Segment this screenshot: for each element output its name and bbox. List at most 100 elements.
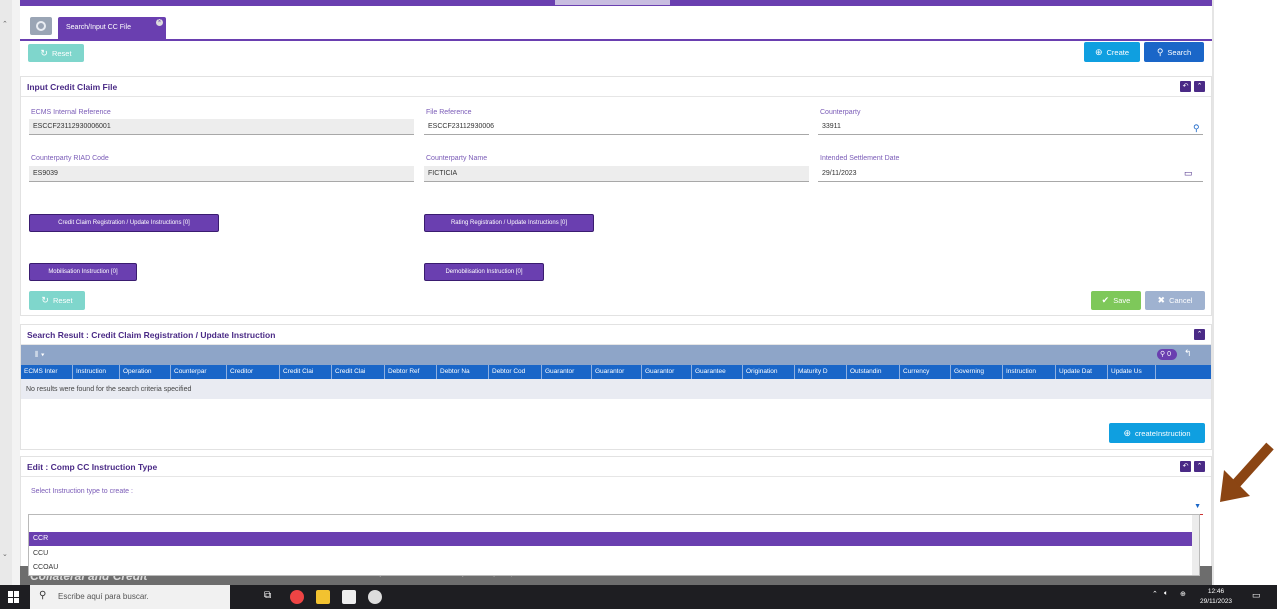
panel-title: Edit : Comp CC Instruction Type bbox=[27, 462, 158, 472]
speaker-icon[interactable]: 🔈︎ bbox=[1164, 590, 1168, 598]
calendar-icon[interactable]: ▭ bbox=[1184, 168, 1193, 179]
tray-chevron-icon[interactable]: ⌃ bbox=[1152, 590, 1158, 598]
riad-field[interactable]: ES9039 bbox=[29, 166, 414, 182]
select-instruction-label: Select Instruction type to create : bbox=[31, 488, 133, 495]
tab-close-icon[interactable]: × bbox=[156, 19, 163, 26]
task-view-icon[interactable]: ⧉ bbox=[264, 590, 278, 604]
windows-start-icon[interactable] bbox=[8, 591, 20, 603]
grid-column-header[interactable]: Outstandin bbox=[847, 365, 900, 379]
top-bar-handle bbox=[555, 0, 670, 5]
refresh-icon: ↻ bbox=[40, 47, 48, 58]
reset-button[interactable]: ↻ Reset bbox=[29, 291, 85, 310]
undo-icon[interactable]: ↶ bbox=[1180, 81, 1191, 92]
collapse-icon[interactable]: ⌃ bbox=[1194, 81, 1205, 92]
grid-column-header[interactable]: Origination bbox=[743, 365, 795, 379]
grid-column-header[interactable]: Instruction bbox=[1003, 365, 1056, 379]
grid-column-header[interactable]: Credit Clai bbox=[332, 365, 385, 379]
rating-registration-button[interactable]: Rating Registration / Update Instruction… bbox=[424, 214, 594, 232]
grid-column-header[interactable]: Instruction bbox=[73, 365, 120, 379]
search-result-panel: Search Result : Credit Claim Registratio… bbox=[20, 324, 1212, 450]
grid-column-header[interactable]: Credit Clai bbox=[280, 365, 332, 379]
grid-empty-message: No results were found for the search cri… bbox=[21, 379, 1211, 399]
app-icon[interactable] bbox=[368, 590, 382, 604]
grid-column-header[interactable]: Debtor Ref bbox=[385, 365, 437, 379]
create-button[interactable]: ⊕ Create bbox=[1084, 42, 1140, 62]
cancel-button[interactable]: ✖ Cancel bbox=[1145, 291, 1205, 310]
collapse-icon[interactable]: ⌃ bbox=[1194, 461, 1205, 472]
ecms-ref-field[interactable]: ESCCF23112930006001 bbox=[29, 119, 414, 135]
scroll-down-icon[interactable]: ⌄ bbox=[2, 550, 8, 558]
panel-title: Input Credit Claim File bbox=[27, 82, 118, 92]
panel-header: Input Credit Claim File ↶ ⌃ bbox=[21, 77, 1211, 97]
grid-column-header[interactable]: Creditor bbox=[227, 365, 280, 379]
grid-column-header[interactable]: Guarantor bbox=[642, 365, 692, 379]
right-gutter bbox=[1212, 0, 1214, 585]
create-label: Create bbox=[1106, 47, 1130, 57]
network-icon[interactable]: ⊕ bbox=[1180, 590, 1186, 598]
search-icon: ⚲ bbox=[39, 590, 47, 601]
taskbar-clock[interactable]: 12:46 29/11/2023 bbox=[1200, 587, 1232, 607]
left-scroll-strip[interactable]: ⌃ ⌄ bbox=[0, 0, 12, 585]
grid-column-header[interactable]: Operation bbox=[120, 365, 171, 379]
plus-circle-icon: ⊕ bbox=[1094, 46, 1103, 57]
grid-column-header[interactable]: ECMS Inter bbox=[21, 365, 73, 379]
counterparty-label: Counterparty bbox=[820, 109, 861, 116]
mail-icon[interactable] bbox=[342, 590, 356, 604]
cp-name-field[interactable]: FICTICIA bbox=[424, 166, 809, 182]
tab-search-input-cc-file[interactable]: Search/Input CC File bbox=[58, 17, 166, 40]
dropdown-option-ccr[interactable]: CCR bbox=[29, 532, 1199, 546]
grid-column-header[interactable]: Debtor Cod bbox=[489, 365, 542, 379]
cc-registration-button[interactable]: Credit Claim Registration / Update Instr… bbox=[29, 214, 219, 232]
save-label: Save bbox=[1113, 296, 1131, 305]
collapse-icon[interactable]: ⌃ bbox=[1194, 329, 1205, 340]
search-button[interactable]: ⚲ Search bbox=[1144, 42, 1204, 62]
tab-bar: Search/Input CC File × bbox=[20, 12, 1212, 40]
dropdown-option-empty[interactable] bbox=[29, 517, 1199, 531]
grid-column-header[interactable]: Guarantor bbox=[592, 365, 642, 379]
screen: ⌃ ⌄ Search/Input CC File × ↻ Reset ⊕ Creat… bbox=[0, 0, 1277, 609]
notifications-icon[interactable]: ▭ bbox=[1252, 590, 1261, 601]
grid-column-header[interactable]: Governing bbox=[951, 365, 1003, 379]
grid-column-header[interactable]: Guarantor bbox=[542, 365, 592, 379]
file-ref-field[interactable]: ESCCF23112930006 bbox=[424, 119, 809, 135]
dropdown-scrollbar[interactable] bbox=[1192, 515, 1199, 575]
grid-column-header[interactable]: Currency bbox=[900, 365, 951, 379]
clock-date: 29/11/2023 bbox=[1200, 598, 1233, 605]
undo-icon[interactable]: ↶ bbox=[1180, 461, 1191, 472]
mobilisation-button[interactable]: Mobilisation Instruction [0] bbox=[29, 263, 137, 281]
reset-button-top[interactable]: ↻ Reset bbox=[28, 44, 84, 62]
close-icon: ✖ bbox=[1157, 295, 1166, 305]
counterparty-field[interactable]: 33911 bbox=[818, 119, 1203, 135]
grid-column-header[interactable]: Guarantee bbox=[692, 365, 743, 379]
chrome-icon[interactable] bbox=[290, 590, 304, 604]
plus-circle-icon: ⊕ bbox=[1123, 427, 1132, 438]
file-explorer-icon[interactable] bbox=[316, 590, 330, 604]
instruction-type-select[interactable]: ▼ bbox=[29, 499, 1203, 515]
grid-column-header[interactable]: Maturity D bbox=[795, 365, 847, 379]
counterparty-search-icon[interactable]: ⚲ bbox=[1193, 123, 1200, 134]
save-button[interactable]: ✔ Save bbox=[1091, 291, 1141, 310]
scroll-up-icon[interactable]: ⌃ bbox=[2, 20, 8, 28]
dropdown-option-ccoau[interactable]: CCOAU bbox=[29, 561, 1199, 575]
taskbar-search-input[interactable]: ⚲ Escribe aquí para buscar. bbox=[30, 585, 230, 609]
settle-date-field[interactable]: 29/11/2023 bbox=[818, 166, 1203, 182]
columns-icon[interactable]: ⦀ ▾ bbox=[35, 350, 45, 360]
settle-date-label: Intended Settlement Date bbox=[820, 155, 900, 162]
grid-count: 0 bbox=[1167, 351, 1171, 358]
input-credit-claim-panel: Input Credit Claim File ↶ ⌃ ECMS Interna… bbox=[20, 76, 1212, 316]
grid-column-header[interactable]: Update Dat bbox=[1056, 365, 1108, 379]
create-instruction-button[interactable]: ⊕ createInstruction bbox=[1109, 423, 1205, 443]
grid-search-icon[interactable]: ⚲ 0 bbox=[1157, 349, 1177, 360]
grid-column-header[interactable]: Update Us bbox=[1108, 365, 1156, 379]
instruction-type-dropdown[interactable]: CCR CCU CCOAU bbox=[28, 514, 1200, 576]
grid-back-icon[interactable]: ↰ bbox=[1184, 348, 1192, 359]
demobilisation-button[interactable]: Demobilisation Instruction [0] bbox=[424, 263, 544, 281]
dropdown-option-ccu[interactable]: CCU bbox=[29, 547, 1199, 561]
grid-column-header[interactable]: Debtor Na bbox=[437, 365, 489, 379]
tab-label: Search/Input CC File bbox=[66, 24, 131, 31]
chevron-down-icon[interactable]: ▼ bbox=[1194, 503, 1201, 510]
riad-label: Counterparty RIAD Code bbox=[31, 155, 109, 162]
home-tab-icon[interactable] bbox=[30, 17, 52, 35]
clock-time: 12:46 bbox=[1207, 588, 1225, 595]
grid-column-header[interactable]: Counterpar bbox=[171, 365, 227, 379]
